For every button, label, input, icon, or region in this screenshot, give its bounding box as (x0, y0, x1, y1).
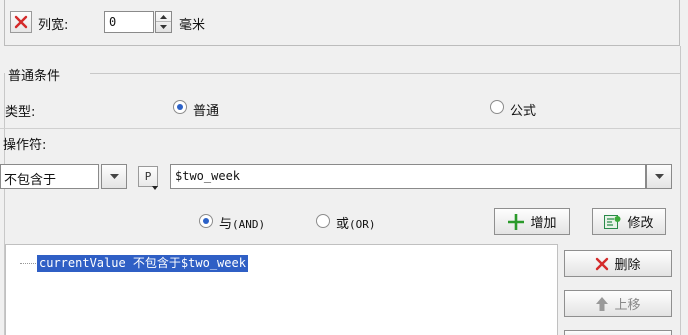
plus-icon (508, 213, 525, 230)
type-formula-label[interactable]: 公式 (510, 100, 536, 119)
logic-or-label[interactable]: 或(OR) (336, 213, 376, 232)
dropdown-triangle-icon (152, 186, 158, 190)
parameter-button[interactable]: P (138, 166, 158, 190)
chevron-down-icon (109, 174, 119, 179)
type-normal-label[interactable]: 普通 (193, 100, 219, 119)
add-condition-button[interactable]: 增加 (494, 208, 570, 235)
operator-separator (0, 128, 680, 158)
spinner-up-icon[interactable] (156, 12, 171, 22)
move-up-button-label: 上移 (614, 298, 641, 313)
type-normal-radio[interactable] (173, 100, 187, 114)
groupbox-title: 普通条件 (7, 65, 64, 84)
close-icon (14, 15, 28, 29)
arrow-up-icon (596, 296, 609, 311)
add-button-label: 增加 (530, 216, 557, 231)
column-width-label: 列宽: (38, 18, 69, 33)
remove-column-button[interactable] (10, 11, 32, 33)
type-label: 类型: (5, 105, 36, 120)
column-width-input[interactable]: 0 (104, 11, 154, 33)
delete-button-label: 删除 (614, 258, 641, 273)
edit-condition-button[interactable]: 修改 (592, 208, 666, 235)
edit-button-label: 修改 (627, 216, 654, 231)
move-up-button[interactable]: 上移 (564, 290, 672, 317)
operator-select[interactable]: 不包含于 (0, 164, 99, 189)
logic-and-radio[interactable] (199, 214, 213, 228)
delete-condition-button[interactable]: 删除 (564, 250, 672, 277)
delete-icon (596, 257, 609, 270)
logic-or-radio[interactable] (316, 214, 330, 228)
move-down-button[interactable] (564, 330, 672, 335)
operator-label: 操作符: (3, 138, 47, 153)
edit-icon (604, 214, 621, 229)
groupbox-border-top (90, 73, 680, 74)
column-width-spinner[interactable] (155, 11, 172, 33)
operator-dropdown-button[interactable] (101, 164, 127, 189)
type-formula-radio[interactable] (490, 100, 504, 114)
parameter-button-label: P (144, 170, 152, 183)
condition-tree[interactable]: currentValue 不包含于$two_week (5, 244, 558, 335)
value-input[interactable]: $two_week (170, 164, 646, 189)
tree-connector (20, 263, 36, 264)
groupbox-border-right (680, 46, 681, 335)
value-dropdown-button[interactable] (646, 164, 672, 189)
spinner-down-icon[interactable] (156, 22, 171, 32)
tree-item-selected[interactable]: currentValue 不包含于$two_week (37, 255, 248, 272)
logic-and-label[interactable]: 与(AND) (219, 213, 265, 232)
chevron-down-icon (654, 174, 664, 179)
unit-label: 毫米 (179, 18, 206, 33)
